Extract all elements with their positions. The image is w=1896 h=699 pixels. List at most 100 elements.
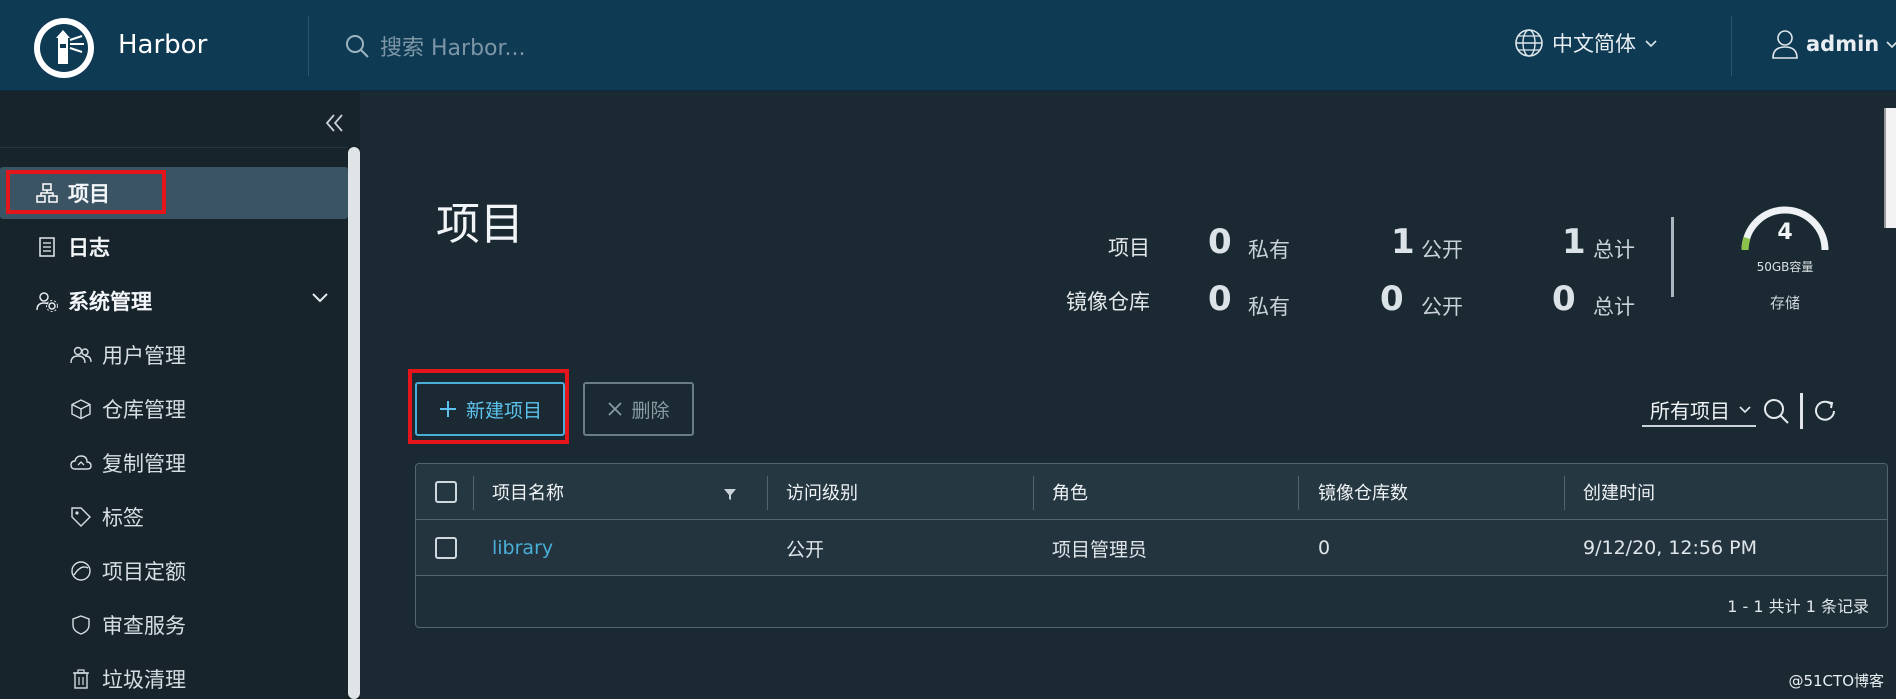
chevron-down-icon: [1739, 406, 1751, 414]
column-separator: [473, 476, 474, 510]
sidebar-item-logs[interactable]: 日志: [0, 221, 348, 273]
sidebar-item-label: 仓库管理: [102, 398, 186, 422]
sidebar-item-label: 复制管理: [102, 452, 186, 476]
stat-repos-private: 0: [1208, 279, 1232, 319]
chevron-down-icon: [1886, 41, 1896, 49]
sidebar-scrollbar[interactable]: [348, 147, 360, 699]
stat-repos-public: 0: [1380, 279, 1404, 319]
trash-icon: [73, 669, 89, 689]
collapse-sidebar-icon[interactable]: [320, 109, 348, 137]
sidebar-item-label: 日志: [68, 236, 110, 260]
close-icon: [608, 402, 623, 416]
quota-icon: [71, 561, 91, 581]
column-header-name[interactable]: 项目名称: [492, 464, 564, 520]
project-name-link[interactable]: library: [492, 520, 553, 576]
sidebar-item-interrogation-services[interactable]: 审查服务: [0, 599, 348, 651]
sidebar-item-labels[interactable]: 标签: [0, 491, 348, 543]
sidebar-item-label: 项目定额: [102, 560, 186, 584]
column-separator: [767, 476, 768, 510]
page-title: 项目: [436, 199, 524, 250]
search-icon: [346, 35, 369, 58]
cloud-sync-icon: [70, 455, 92, 470]
globe-icon: [1515, 29, 1543, 57]
cell-repo-count: 0: [1318, 537, 1331, 559]
sidebar-item-garbage-collection[interactable]: 垃圾清理: [0, 653, 348, 699]
filter-selected: 所有项目: [1650, 398, 1730, 423]
sidebar-item-label: 垃圾清理: [102, 668, 186, 692]
header-divider: [1731, 16, 1732, 76]
projects-table: 项目名称 访问级别 角色 镜像仓库数 创建时间 library 公开 项目管理员…: [415, 463, 1888, 628]
cell-created-time: 9/12/20, 12:56 PM: [1583, 537, 1757, 559]
chevron-down-icon: [1645, 40, 1657, 48]
sidebar-item-label: 用户管理: [102, 344, 186, 368]
stat-unit-public: 公开: [1421, 295, 1463, 319]
header-divider: [308, 16, 309, 76]
chevron-down-icon: [312, 293, 328, 303]
shield-icon: [72, 615, 90, 635]
toolbar-divider: [1800, 393, 1803, 429]
stat-unit-public: 公开: [1421, 238, 1463, 262]
filter-icon[interactable]: [723, 487, 737, 501]
search-icon[interactable]: [1762, 397, 1790, 425]
users-icon: [70, 346, 92, 364]
stat-unit-private: 私有: [1248, 238, 1290, 262]
table-pagination-summary: 1 - 1 共计 1 条记录: [1727, 597, 1869, 616]
tag-icon: [71, 507, 91, 527]
stat-unit-private: 私有: [1248, 295, 1290, 319]
column-separator: [1033, 476, 1034, 510]
stat-unit-total: 总计: [1593, 295, 1635, 319]
sidebar-item-label: 系统管理: [68, 290, 152, 314]
sidebar-item-replication-management[interactable]: 复制管理: [0, 437, 348, 489]
stat-projects-total: 1: [1562, 222, 1586, 262]
storage-value: 4: [1777, 220, 1793, 245]
sidebar-item-user-management[interactable]: 用户管理: [0, 329, 348, 381]
box-icon: [71, 399, 91, 420]
user-menu[interactable]: admin: [1770, 28, 1896, 60]
highlight-box-projects: [6, 170, 166, 214]
top-header: Harbor 搜索 Harbor... 中文简体 admin: [0, 0, 1896, 91]
column-separator: [1564, 476, 1565, 510]
stat-projects-private: 0: [1208, 222, 1232, 262]
refresh-icon[interactable]: [1812, 397, 1840, 425]
search-input[interactable]: 搜索 Harbor...: [344, 26, 804, 66]
column-header-repo-count[interactable]: 镜像仓库数: [1318, 464, 1408, 520]
stats-divider: [1671, 217, 1674, 297]
sidebar-item-label: 审查服务: [102, 614, 186, 638]
storage-label: 存储: [1769, 294, 1800, 312]
stat-repos-total: 0: [1552, 279, 1576, 319]
cell-access-level: 公开: [786, 538, 825, 561]
watermark: @51CTO博客: [1788, 672, 1884, 690]
edge-popup-fragment: [1884, 108, 1896, 228]
language-label: 中文简体: [1552, 32, 1636, 56]
stat-label-repositories: 镜像仓库: [1066, 290, 1150, 314]
column-separator: [1298, 476, 1299, 510]
harbor-logo-icon[interactable]: [34, 18, 94, 78]
admin-gear-icon: [36, 292, 58, 312]
table-row[interactable]: library 公开 项目管理员 0 9/12/20, 12:56 PM: [416, 520, 1887, 576]
sidebar-item-project-quotas[interactable]: 项目定额: [0, 545, 348, 597]
sidebar-item-system-admin[interactable]: 系统管理: [0, 275, 348, 327]
stat-unit-total: 总计: [1593, 238, 1635, 262]
sidebar-item-registry-management[interactable]: 仓库管理: [0, 383, 348, 435]
user-icon: [1772, 30, 1798, 59]
stat-projects-public: 1: [1391, 222, 1415, 262]
delete-button[interactable]: 删除: [583, 382, 694, 436]
log-icon: [39, 237, 55, 257]
delete-label: 删除: [631, 399, 670, 422]
column-header-role[interactable]: 角色: [1052, 464, 1088, 520]
row-checkbox[interactable]: [435, 537, 457, 559]
select-all-checkbox[interactable]: [435, 481, 457, 503]
cell-role: 项目管理员: [1052, 538, 1148, 561]
search-placeholder: 搜索 Harbor...: [380, 36, 526, 61]
brand-name[interactable]: Harbor: [118, 30, 207, 60]
column-header-created[interactable]: 创建时间: [1583, 464, 1655, 520]
sidebar-item-label: 标签: [102, 506, 144, 530]
sidebar-divider: [0, 147, 350, 148]
table-header: 项目名称 访问级别 角色 镜像仓库数 创建时间: [416, 464, 1887, 520]
username: admin: [1806, 32, 1880, 56]
language-selector[interactable]: 中文简体: [1514, 28, 1658, 58]
storage-capacity: 50GB容量: [1756, 260, 1814, 274]
stat-label-projects: 项目: [1108, 236, 1150, 260]
column-header-access[interactable]: 访问级别: [786, 464, 858, 520]
project-filter-select[interactable]: 所有项目: [1642, 393, 1756, 427]
